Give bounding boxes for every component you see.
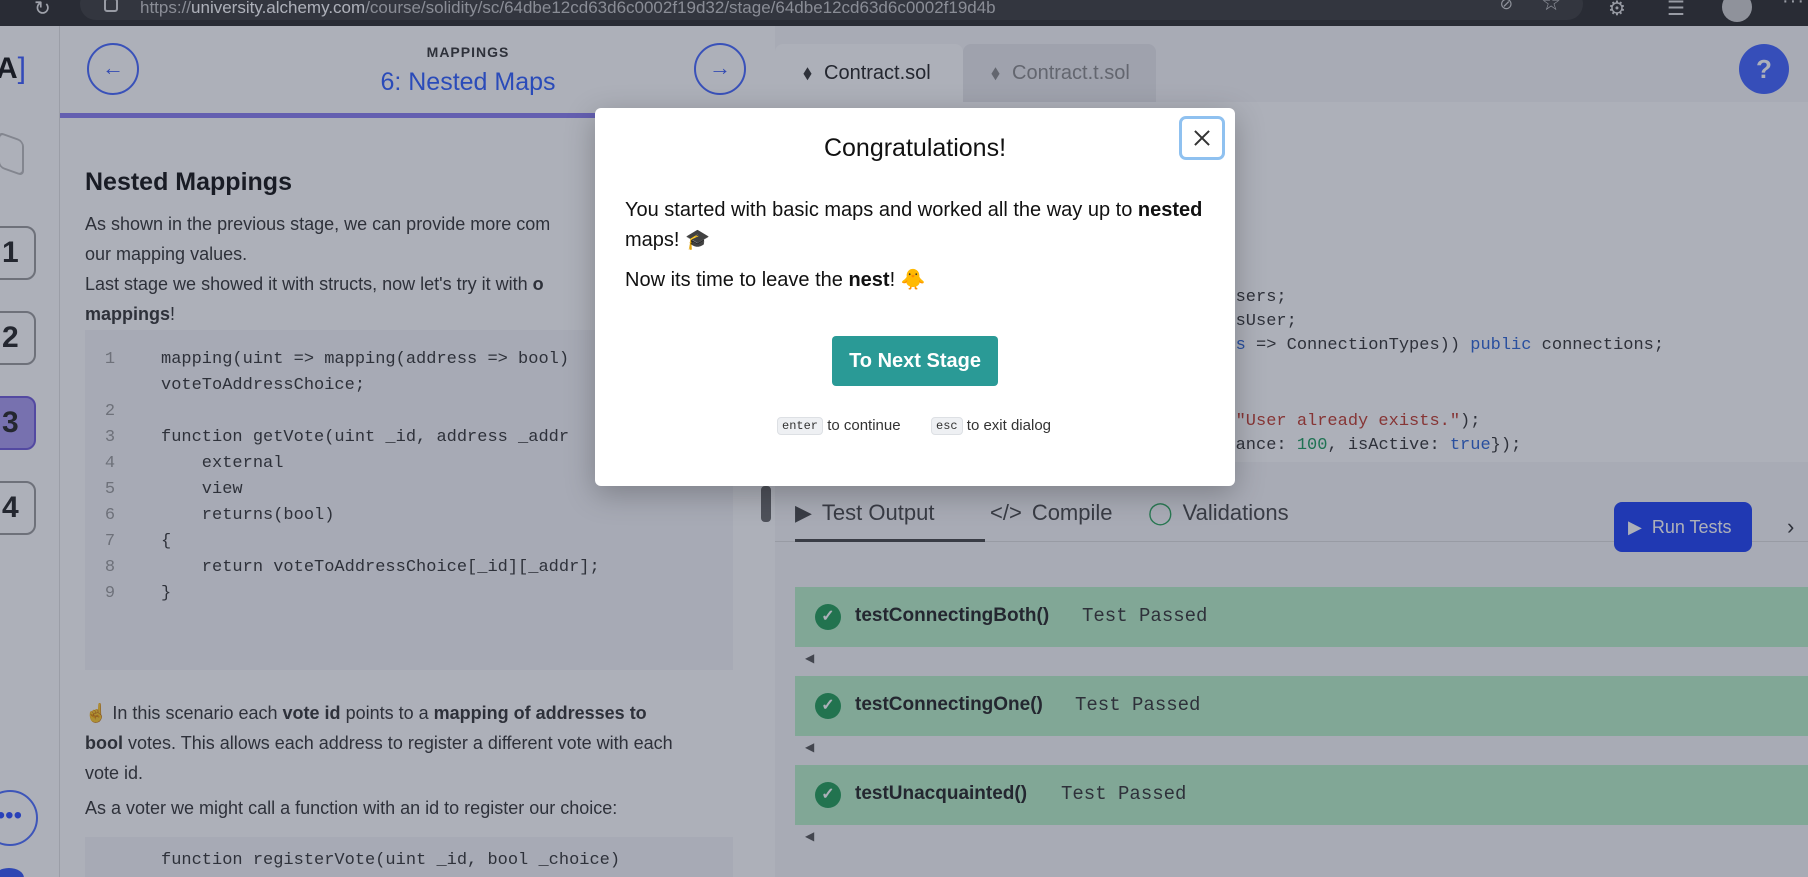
congratulations-dialog: Congratulations! You started with basic … xyxy=(595,108,1235,486)
esc-key: esc xyxy=(931,417,963,436)
enter-key: enter xyxy=(777,417,824,436)
dialog-message-2: Now its time to leave the nest! 🐥 xyxy=(625,269,926,291)
to-next-stage-button[interactable]: To Next Stage xyxy=(832,336,998,386)
dialog-title: Congratulations! xyxy=(823,134,1007,162)
esc-hint: esc to exit dialog xyxy=(931,417,1051,436)
close-button[interactable] xyxy=(1179,116,1225,160)
enter-hint: enter to continue xyxy=(777,417,901,436)
dialog-message-1: You started with basic maps and worked a… xyxy=(625,199,1203,251)
